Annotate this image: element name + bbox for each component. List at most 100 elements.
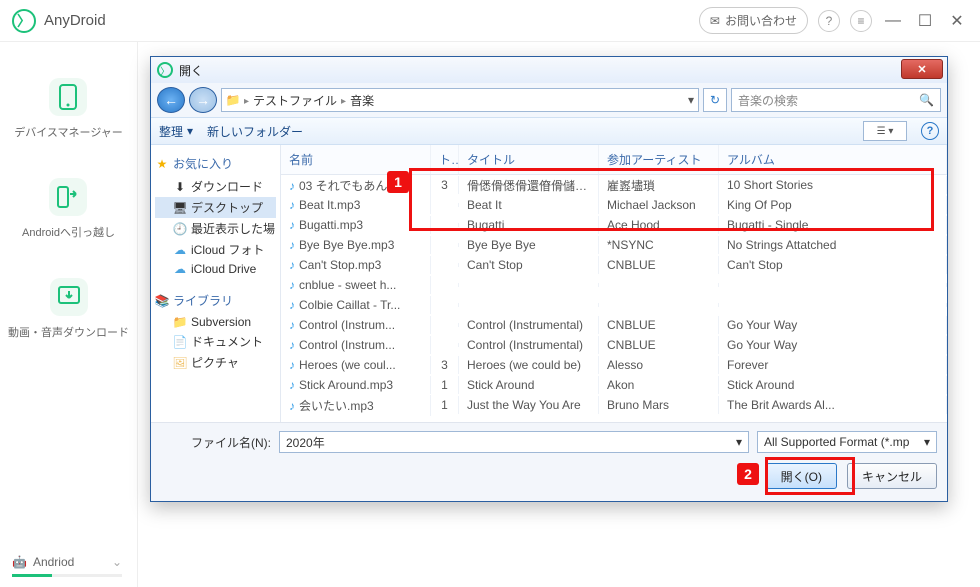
col-title[interactable]: タイトル — [459, 145, 599, 174]
file-open-dialog: 〉 開く ✕ ← → 📁 テストファイル 音楽 ▾ ↻ 音楽の検索 — [150, 56, 948, 502]
filter-label: All Supported Format (*.mp — [764, 435, 909, 449]
maximize-button[interactable]: ☐ — [914, 10, 936, 32]
tree-item-documents[interactable]: 📄ドキュメント — [155, 331, 276, 352]
breadcrumb[interactable]: 📁 テストファイル 音楽 ▾ — [221, 88, 699, 112]
nav-forward-button[interactable]: → — [189, 87, 217, 113]
table-row[interactable]: ♪Colbie Caillat - Tr... — [281, 295, 947, 315]
tree-item-icloud-drive[interactable]: ☁iCloud Drive — [155, 260, 276, 278]
table-row[interactable]: ♪Stick Around.mp31Stick AroundAkonStick … — [281, 375, 947, 395]
tree-item-pictures[interactable]: 🖼ピクチャ — [155, 352, 276, 373]
device-indicator[interactable]: 🤖 Andriod ⌄ — [12, 555, 122, 569]
table-row[interactable]: ♪Beat It.mp3Beat ItMichael JacksonKing O… — [281, 195, 947, 215]
music-file-icon: ♪ — [289, 198, 295, 212]
close-button[interactable]: ✕ — [946, 10, 968, 32]
filename-value: 2020年 — [286, 434, 325, 451]
music-file-icon: ♪ — [289, 278, 295, 292]
callout-2: 2 — [737, 463, 759, 485]
star-icon: ★ — [155, 157, 169, 171]
music-file-icon: ♪ — [289, 179, 295, 193]
tree-item-recent[interactable]: 🕘最近表示した場 — [155, 218, 276, 239]
table-row[interactable]: ♪Can't Stop.mp3Can't StopCNBLUECan't Sto… — [281, 255, 947, 275]
menu-button[interactable]: ≡ — [850, 10, 872, 32]
col-track[interactable]: ト... — [431, 145, 459, 174]
new-folder-button[interactable]: 新しいフォルダー — [207, 123, 303, 140]
mail-icon: ✉ — [710, 14, 720, 28]
chevron-down-icon: ▾ — [924, 435, 930, 449]
desktop-icon: 🖥 — [173, 201, 187, 215]
recent-icon: 🕘 — [173, 222, 187, 236]
sidebar-item-label: 動画・音声ダウンロード — [8, 324, 129, 340]
sidebar-item-android-migration[interactable]: Androidへ引っ越し — [22, 178, 115, 240]
help-button[interactable]: ? — [818, 10, 840, 32]
folder-icon: 📁 — [226, 93, 240, 107]
phone-icon — [49, 78, 87, 116]
music-file-icon: ♪ — [289, 378, 295, 392]
table-row[interactable]: ♪cnblue - sweet h... — [281, 275, 947, 295]
music-file-icon: ♪ — [289, 298, 295, 312]
table-row[interactable]: ♪Bugatti.mp3BugattiAce HoodBugatti - Sin… — [281, 215, 947, 235]
folder-icon: 📁 — [173, 315, 187, 329]
file-list: 名前 ト... タイトル 参加アーティスト アルバム ♪03 それでもあんた..… — [281, 145, 947, 422]
tree-item-icloud-photo[interactable]: ☁iCloud フォト — [155, 239, 276, 260]
sidebar-item-device-manager[interactable]: デバイスマネージャー — [14, 78, 123, 140]
tree-item-desktop[interactable]: 🖥デスクトップ — [155, 197, 276, 218]
tree-group-favorites[interactable]: ★お気に入り — [155, 155, 276, 172]
col-name[interactable]: 名前 — [281, 145, 431, 174]
search-input[interactable]: 音楽の検索 🔍 — [731, 88, 941, 112]
tree-item-downloads[interactable]: ⬇ダウンロード — [155, 176, 276, 197]
download-icon — [50, 278, 88, 316]
chevron-down-icon: ▾ — [187, 124, 193, 138]
col-album[interactable]: アルバム — [719, 145, 947, 174]
file-filter-dropdown[interactable]: All Supported Format (*.mp ▾ — [757, 431, 937, 453]
breadcrumb-segment[interactable]: 音楽 — [350, 92, 374, 109]
download-icon: ⬇ — [173, 180, 187, 194]
tree-item-subversion[interactable]: 📁Subversion — [155, 313, 276, 331]
cloud-icon: ☁ — [173, 243, 187, 257]
table-row[interactable]: ♪Control (Instrum...Control (Instrumenta… — [281, 315, 947, 335]
table-row[interactable]: ♪Control (Instrum...Control (Instrumenta… — [281, 335, 947, 355]
cancel-button[interactable]: キャンセル — [847, 463, 937, 489]
sidebar-item-label: デバイスマネージャー — [14, 124, 123, 140]
table-row[interactable]: ♪Bye Bye Bye.mp3Bye Bye Bye*NSYNCNo Stri… — [281, 235, 947, 255]
music-file-icon: ♪ — [289, 318, 295, 332]
nav-back-button[interactable]: ← — [157, 87, 185, 113]
device-name: Andriod — [33, 555, 74, 569]
music-file-icon: ♪ — [289, 358, 295, 372]
organize-menu[interactable]: 整理▾ — [159, 123, 193, 140]
sidebar-item-label: Androidへ引っ越し — [22, 224, 115, 240]
col-artist[interactable]: 参加アーティスト — [599, 145, 719, 174]
sidebar: デバイスマネージャー Androidへ引っ越し 動画・音声ダウンロード 🤖 An… — [0, 42, 138, 587]
folder-tree: ★お気に入り ⬇ダウンロード 🖥デスクトップ 🕘最近表示した場 ☁iCloud … — [151, 145, 281, 422]
breadcrumb-dropdown-icon[interactable]: ▾ — [688, 93, 694, 107]
library-icon: 📚 — [155, 294, 169, 308]
dialog-help-button[interactable]: ? — [921, 122, 939, 140]
tree-group-libraries[interactable]: 📚ライブラリ — [155, 292, 276, 309]
app-title: AnyDroid — [44, 12, 106, 29]
chevron-down-icon[interactable]: ▾ — [736, 435, 742, 449]
table-row[interactable]: ♪03 それでもあんた...3傦僁傦僁傦還傄傦儲傦儖...嵟嶳壗瑣10 Shor… — [281, 175, 947, 195]
sidebar-item-media-download[interactable]: 動画・音声ダウンロード — [8, 278, 129, 340]
music-file-icon: ♪ — [289, 238, 295, 252]
filename-label: ファイル名(N): — [161, 434, 271, 451]
breadcrumb-segment[interactable]: テストファイル — [253, 92, 337, 109]
filename-input[interactable]: 2020年 ▾ — [279, 431, 749, 453]
search-icon: 🔍 — [919, 93, 934, 107]
table-row[interactable]: ♪会いたい.mp31Just the Way You AreBruno Mars… — [281, 395, 947, 415]
file-list-header[interactable]: 名前 ト... タイトル 参加アーティスト アルバム — [281, 145, 947, 175]
dialog-close-button[interactable]: ✕ — [901, 59, 943, 79]
table-row[interactable]: ♪Heroes (we coul...3Heroes (we could be)… — [281, 355, 947, 375]
contact-button[interactable]: ✉ お問い合わせ — [699, 7, 808, 34]
transfer-icon — [49, 178, 87, 216]
android-icon: 🤖 — [12, 555, 27, 569]
search-placeholder: 音楽の検索 — [738, 92, 798, 109]
app-logo-icon: 〉 — [12, 9, 36, 33]
open-button[interactable]: 開く(O) — [766, 463, 837, 489]
refresh-button[interactable]: ↻ — [703, 88, 727, 112]
view-mode-dropdown[interactable]: ☰ ▾ — [863, 121, 907, 141]
music-file-icon: ♪ — [289, 218, 295, 232]
folder-icon: 🖼 — [173, 356, 187, 370]
dialog-app-icon: 〉 — [157, 62, 173, 78]
contact-label: お問い合わせ — [725, 12, 797, 29]
folder-icon: 📄 — [173, 335, 187, 349]
minimize-button[interactable]: — — [882, 10, 904, 32]
